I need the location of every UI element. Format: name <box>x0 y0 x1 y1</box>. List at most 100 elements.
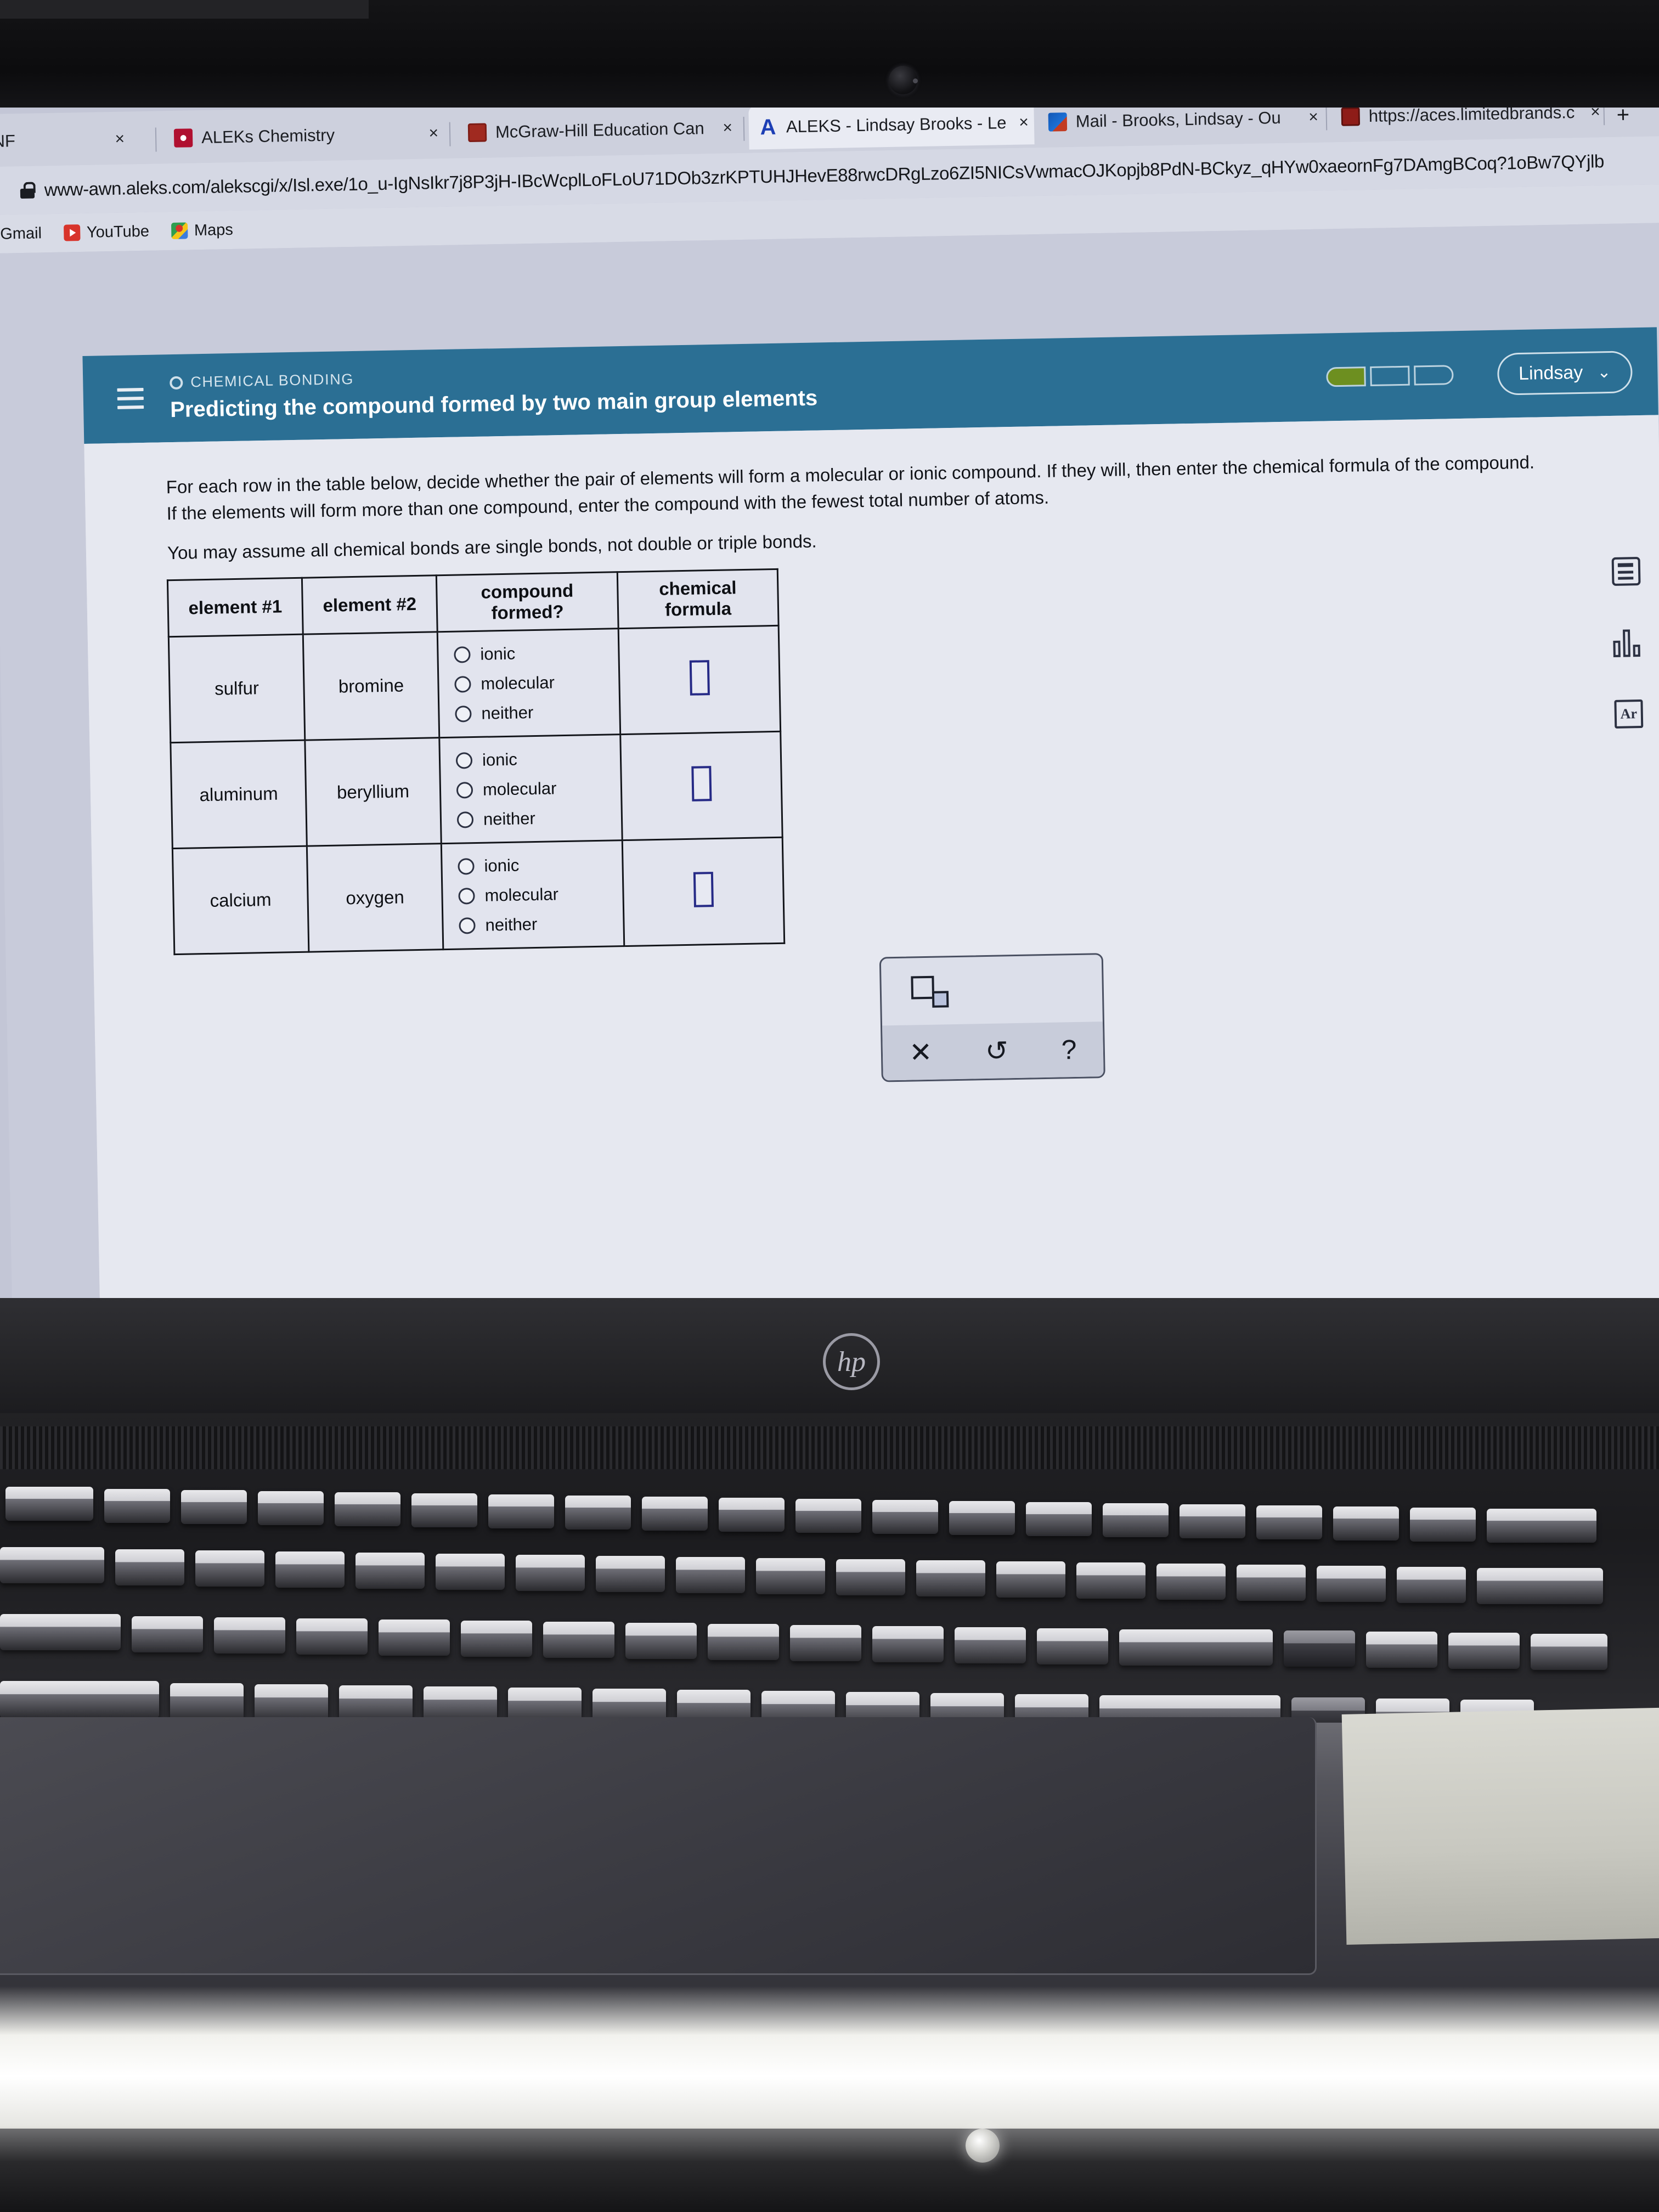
tab-title: - UNF <box>0 131 16 151</box>
progress-segment <box>1369 365 1410 386</box>
new-tab-button[interactable]: + <box>1616 108 1629 128</box>
formula-input[interactable] <box>691 766 712 802</box>
radio-label: neither <box>481 703 534 723</box>
radio-icon[interactable] <box>456 782 473 799</box>
radio-icon[interactable] <box>455 752 473 769</box>
progress-indicator <box>1325 365 1454 387</box>
radio-option-molecular[interactable]: molecular <box>454 667 613 699</box>
close-icon[interactable]: × <box>720 119 732 137</box>
cell-element1: calcium <box>172 846 309 955</box>
desk-light-reflection <box>0 1986 1659 2151</box>
radio-label: neither <box>483 809 536 829</box>
tab-title: ALEKS - Lindsay Brooks - Le <box>786 113 1007 137</box>
undo-button[interactable]: ↺ <box>985 1035 1008 1067</box>
math-toolbar-top-row <box>881 955 1103 1025</box>
radio-option-neither[interactable]: neither <box>455 696 614 729</box>
clear-button[interactable]: ✕ <box>909 1036 933 1069</box>
cell-compound-options: ionic molecular neither <box>437 628 620 738</box>
radio-label: ionic <box>484 855 520 876</box>
laptop-front-edge <box>0 2129 1659 2212</box>
user-name: Lindsay <box>1518 362 1583 384</box>
hamburger-menu-icon[interactable] <box>117 387 144 410</box>
bookmark-gmail[interactable]: Gmail <box>0 224 42 243</box>
radio-icon[interactable] <box>455 706 472 723</box>
math-input-toolbar: ✕ ↺ ? <box>879 953 1105 1082</box>
table-row: aluminum beryllium ionic molecular neith… <box>170 731 783 849</box>
math-toolbar-bottom-row: ✕ ↺ ? <box>882 1022 1104 1081</box>
cell-element2: beryllium <box>304 737 442 847</box>
subscript-superscript-icon[interactable] <box>911 975 951 1008</box>
bookmark-label: Gmail <box>0 224 42 243</box>
user-menu-button[interactable]: Lindsay ⌄ <box>1497 350 1633 396</box>
table-row: sulfur bromine ionic molecular neither <box>168 625 781 743</box>
radio-label: molecular <box>484 884 559 905</box>
radio-option-ionic[interactable]: ionic <box>455 743 615 775</box>
column-header-compound-formed: compound formed? <box>436 572 619 632</box>
radio-label: molecular <box>481 673 555 693</box>
radio-icon[interactable] <box>458 888 475 905</box>
radio-option-molecular[interactable]: molecular <box>456 772 616 805</box>
radio-icon[interactable] <box>459 917 476 934</box>
laptop-screen: - UNF × ALEKs Chemistry × McGraw-Hill Ed… <box>0 108 1659 1298</box>
status-led-icon <box>966 2129 1000 2163</box>
radio-icon[interactable] <box>454 646 471 663</box>
radio-icon[interactable] <box>456 811 474 828</box>
breadcrumb-label: CHEMICAL BONDING <box>190 370 354 391</box>
radio-label: molecular <box>482 778 557 799</box>
bookmark-maps[interactable]: Maps <box>171 221 234 240</box>
aces-icon <box>1341 108 1361 126</box>
aleks-a-icon: A <box>760 115 776 139</box>
browser-tab-aces-limitedbrands[interactable]: https://aces.limitedbrands.c × <box>1331 108 1606 139</box>
tab-separator <box>449 122 451 146</box>
youtube-icon <box>63 224 81 241</box>
radio-option-ionic[interactable]: ionic <box>454 637 613 669</box>
close-icon[interactable]: × <box>112 130 125 149</box>
notes-icon[interactable] <box>1611 557 1641 586</box>
radio-icon[interactable] <box>454 676 471 693</box>
radio-option-neither[interactable]: neither <box>459 908 618 940</box>
bezel-corner <box>0 0 369 19</box>
outlook-icon <box>1048 112 1068 132</box>
trackpad[interactable] <box>0 1717 1317 1975</box>
periodic-table-icon[interactable]: Ar <box>1614 699 1644 729</box>
cell-compound-options: ionic molecular neither <box>441 840 624 950</box>
radio-option-ionic[interactable]: ionic <box>458 849 617 881</box>
tab-separator <box>1325 108 1328 131</box>
close-icon[interactable]: × <box>1017 113 1029 132</box>
browser-tab-unf[interactable]: - UNF × <box>0 117 131 164</box>
column-header-element2: element #2 <box>302 575 438 635</box>
bookmark-label: YouTube <box>86 222 150 241</box>
paper-note <box>1341 1707 1659 1945</box>
radio-label: ionic <box>482 749 518 770</box>
radio-option-neither[interactable]: neither <box>456 802 616 834</box>
bookmark-youtube[interactable]: YouTube <box>63 222 150 242</box>
breadcrumb: CHEMICAL BONDING <box>170 362 817 391</box>
formula-input[interactable] <box>689 660 710 696</box>
bar-chart-icon[interactable] <box>1613 628 1642 657</box>
tab-title: https://aces.limitedbrands.c <box>1368 108 1575 126</box>
column-header-chemical-formula: chemical formula <box>617 569 779 629</box>
help-button[interactable]: ? <box>1061 1034 1077 1065</box>
aleks-icon <box>173 128 193 148</box>
browser-tab-mcgraw-hill[interactable]: McGraw-Hill Education Can × <box>458 108 738 155</box>
chevron-down-icon: ⌄ <box>1596 363 1611 381</box>
tab-title: ALEKs Chemistry <box>201 125 335 147</box>
cell-chemical-formula[interactable] <box>622 837 785 946</box>
tab-title: Mail - Brooks, Lindsay - Ou <box>1075 108 1281 131</box>
close-icon[interactable]: × <box>1306 108 1318 127</box>
browser-tab-aleks-chemistry[interactable]: ALEKs Chemistry × <box>163 111 444 160</box>
close-icon[interactable]: × <box>426 124 438 143</box>
tab-title: McGraw-Hill Education Can <box>495 119 705 142</box>
cell-chemical-formula[interactable] <box>620 731 783 840</box>
formula-input[interactable] <box>693 872 714 907</box>
browser-tab-aleks-lindsay-brooks[interactable]: A ALEKS - Lindsay Brooks - Le × <box>748 108 1035 150</box>
radio-icon[interactable] <box>458 858 475 875</box>
radio-option-molecular[interactable]: molecular <box>458 878 617 911</box>
cell-chemical-formula[interactable] <box>618 625 781 735</box>
bookmark-label: Maps <box>194 221 234 239</box>
page-background: CHEMICAL BONDING Predicting the compound… <box>0 222 1659 1298</box>
column-header-element1: element #1 <box>167 578 303 637</box>
browser-tab-mail-outlook[interactable]: Mail - Brooks, Lindsay - Ou × <box>1038 108 1324 144</box>
close-icon[interactable]: × <box>1588 108 1600 122</box>
speaker-grille <box>0 1426 1659 1469</box>
